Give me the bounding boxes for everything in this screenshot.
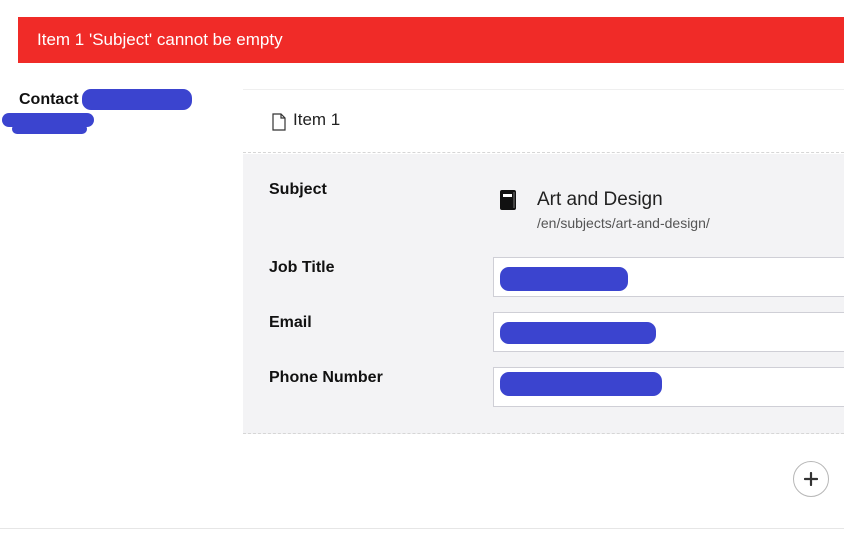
document-icon: [272, 113, 286, 131]
redacted-text: [500, 322, 656, 344]
subject-path: /en/subjects/art-and-design/: [537, 215, 710, 231]
add-item-button[interactable]: [793, 461, 829, 497]
error-message: Item 1 'Subject' cannot be empty: [37, 30, 283, 49]
content-editor: Item 1 'Subject' cannot be empty Contact…: [0, 0, 844, 535]
job-title-label: Job Title: [269, 259, 335, 276]
property-label: Contact: [19, 91, 79, 108]
email-input[interactable]: [493, 312, 844, 352]
subject-label: Subject: [269, 181, 327, 198]
redacted-text: [82, 89, 192, 110]
divider: [0, 528, 844, 529]
job-title-input[interactable]: [493, 257, 844, 297]
redacted-text: [500, 267, 628, 291]
block-item-editor: Subject Art and Design /en/subjects/art-…: [243, 154, 844, 434]
redacted-text: [12, 124, 87, 134]
block-item-header[interactable]: Item 1: [243, 89, 844, 153]
phone-number-input[interactable]: [493, 367, 844, 407]
phone-number-label: Phone Number: [269, 369, 383, 386]
book-icon: [500, 190, 516, 210]
redacted-text: [500, 372, 662, 396]
subject-picker-value[interactable]: Art and Design: [537, 189, 663, 211]
plus-icon: [804, 472, 818, 486]
validation-error-banner: Item 1 'Subject' cannot be empty: [18, 17, 844, 63]
item-title: Item 1: [293, 110, 341, 129]
email-label: Email: [269, 314, 312, 331]
